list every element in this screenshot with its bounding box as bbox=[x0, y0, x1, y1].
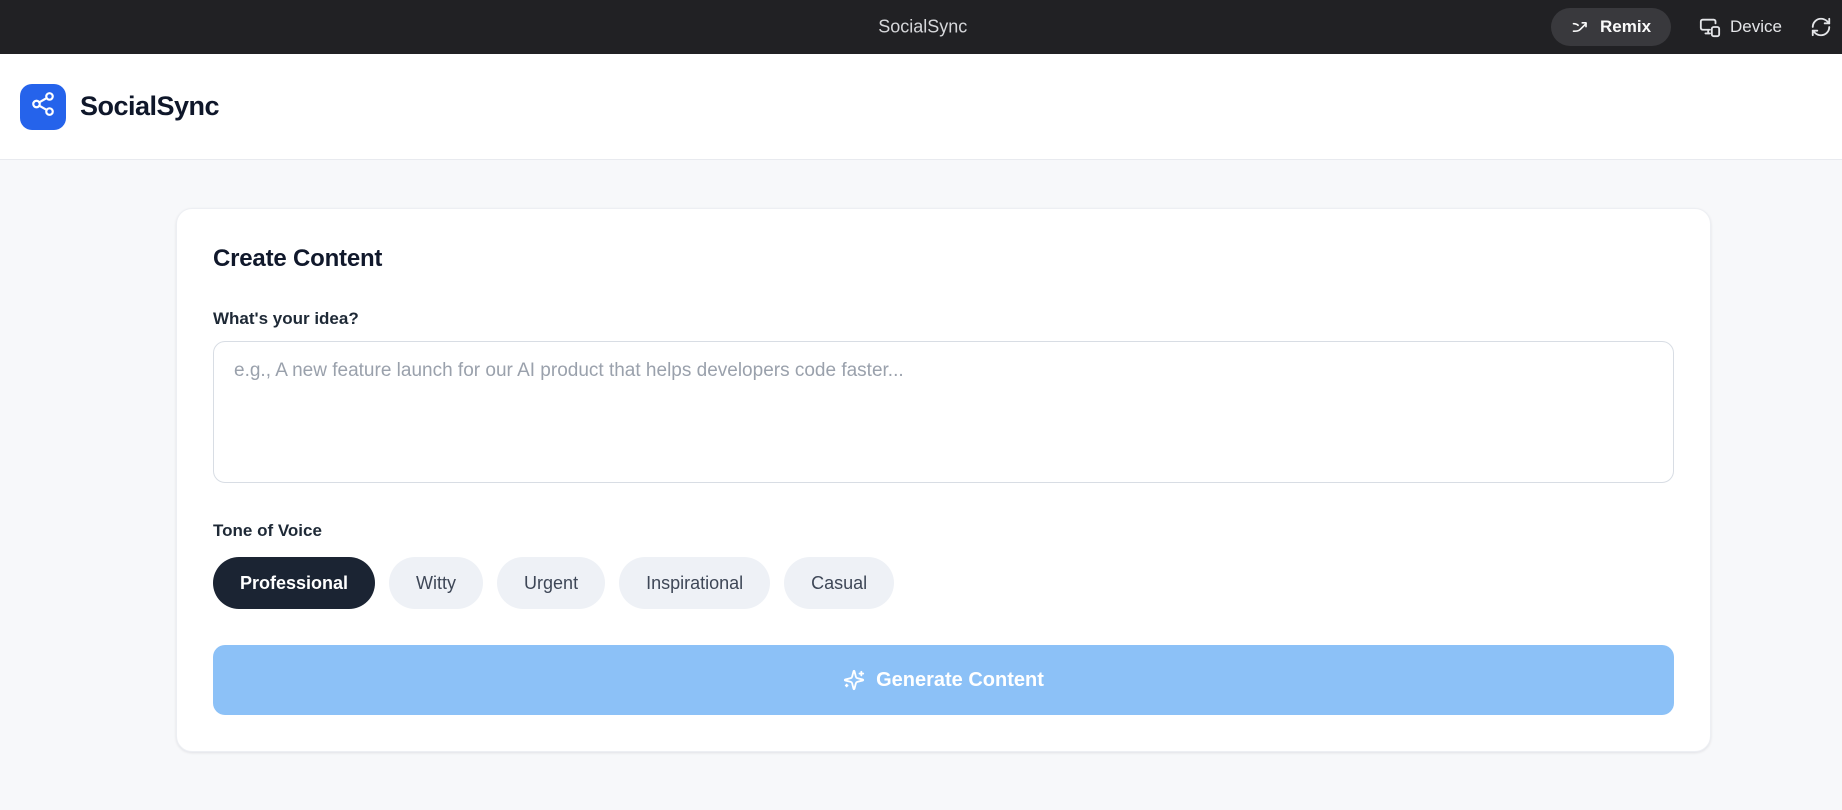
topbar-controls: Remix Device bbox=[1551, 8, 1832, 46]
tone-section: Tone of Voice Professional Witty Urgent … bbox=[213, 521, 1674, 609]
window-title: SocialSync bbox=[878, 17, 967, 38]
device-button[interactable]: Device bbox=[1699, 16, 1782, 38]
tone-option-witty[interactable]: Witty bbox=[389, 557, 483, 609]
remix-button[interactable]: Remix bbox=[1551, 8, 1671, 46]
generate-content-button[interactable]: Generate Content bbox=[213, 645, 1674, 715]
share-nodes-icon bbox=[30, 91, 56, 122]
brand-name: SocialSync bbox=[80, 91, 219, 122]
idea-label: What's your idea? bbox=[213, 309, 1674, 329]
remix-button-label: Remix bbox=[1600, 17, 1651, 37]
refresh-icon bbox=[1810, 16, 1832, 38]
monitor-smartphone-icon bbox=[1699, 16, 1721, 38]
app-logo bbox=[20, 84, 66, 130]
refresh-button[interactable] bbox=[1810, 16, 1832, 38]
tone-label: Tone of Voice bbox=[213, 521, 1674, 541]
card-title: Create Content bbox=[213, 245, 1674, 273]
create-content-card: Create Content What's your idea? Tone of… bbox=[176, 208, 1711, 752]
tone-option-professional[interactable]: Professional bbox=[213, 557, 375, 609]
idea-input[interactable] bbox=[213, 341, 1674, 483]
tone-option-inspirational[interactable]: Inspirational bbox=[619, 557, 770, 609]
tone-options: Professional Witty Urgent Inspirational … bbox=[213, 557, 1674, 609]
device-button-label: Device bbox=[1730, 17, 1782, 37]
tone-option-urgent[interactable]: Urgent bbox=[497, 557, 605, 609]
remix-fork-icon bbox=[1571, 17, 1591, 37]
generate-button-label: Generate Content bbox=[876, 669, 1044, 692]
tone-option-casual[interactable]: Casual bbox=[784, 557, 894, 609]
main-area: Create Content What's your idea? Tone of… bbox=[0, 208, 1842, 810]
sparkles-icon bbox=[843, 669, 865, 691]
app-header: SocialSync bbox=[0, 54, 1842, 160]
top-chrome-bar: SocialSync Remix Device bbox=[0, 0, 1842, 54]
